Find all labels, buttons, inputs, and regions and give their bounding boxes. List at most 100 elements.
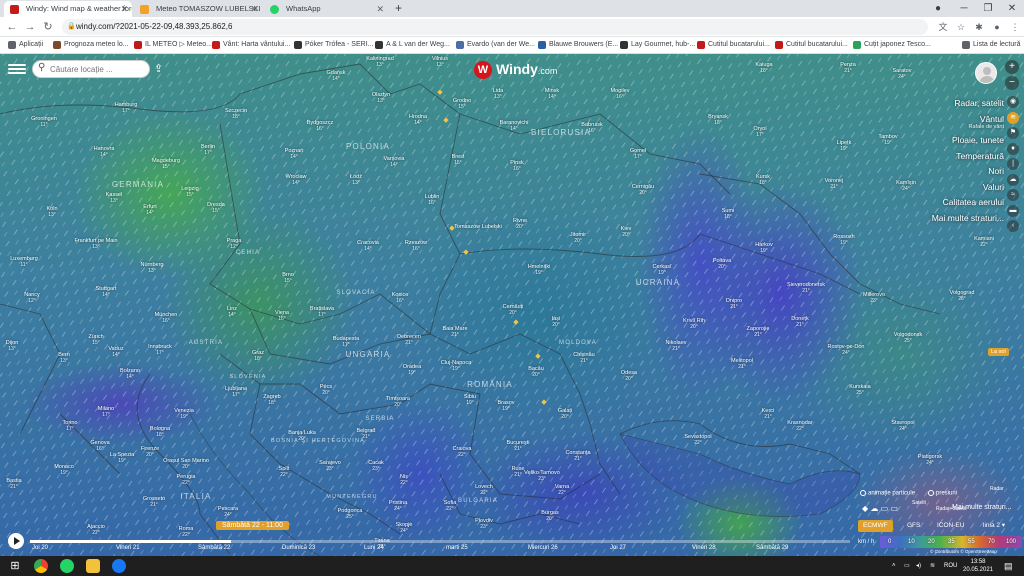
wind-speed-legend[interactable]: km / h 0 10 20 35 55 70 100 xyxy=(858,536,1022,548)
bookmark-item[interactable]: Cuțit japonez Tesco... xyxy=(853,37,931,53)
line-selector[interactable]: linia 2 ▾ xyxy=(978,520,1010,532)
layer-wind[interactable]: Vântul Rafale de vânt xyxy=(900,112,1004,130)
facebook-icon[interactable] xyxy=(112,559,126,573)
model-ecmwf[interactable]: ECMWF xyxy=(858,520,893,532)
bookmark-star-icon[interactable]: ☆ xyxy=(954,20,968,34)
favorite-pin-icon[interactable]: ◆ xyxy=(463,248,468,256)
bookmark-item[interactable]: Aplicații xyxy=(8,37,43,53)
play-button[interactable] xyxy=(8,533,24,549)
layer-more[interactable]: Mai multe straturi... xyxy=(900,211,1004,227)
timeline-day[interactable]: Luni 24 xyxy=(364,545,384,551)
wifi-icon[interactable]: ≋ xyxy=(930,556,935,576)
thermometer-icon[interactable]: ❘ xyxy=(1007,158,1019,170)
rain-drop-icon[interactable]: ♦ xyxy=(1007,142,1019,155)
particles-toggle[interactable]: animație particule xyxy=(860,490,915,497)
model-icon-eu[interactable]: ICON-EU xyxy=(932,520,969,532)
menu-icon[interactable]: ⋮ xyxy=(1008,20,1022,34)
reading-list[interactable]: Lista de lectură xyxy=(962,37,1020,53)
map-attribution[interactable]: © Contributors © OpenStreetMap xyxy=(930,549,997,554)
chrome-icon[interactable] xyxy=(34,559,48,573)
tab-whatsapp[interactable]: WhatsApp ✕ xyxy=(264,1,388,17)
favorite-pin-icon[interactable]: ◆ xyxy=(443,116,448,124)
reload-icon[interactable]: ↻ xyxy=(40,19,56,35)
translate-icon[interactable]: 文 xyxy=(936,20,950,34)
restore-icon[interactable]: ❐ xyxy=(978,0,998,17)
bookmark-item[interactable]: IL METEO ▷ Meteo... xyxy=(134,37,212,53)
favorite-pin-icon[interactable]: ◆ xyxy=(437,88,442,96)
model-gfs[interactable]: GFS xyxy=(902,520,925,532)
tab-windy[interactable]: Windy: Wind map & weather fore ✕ xyxy=(4,1,132,17)
timeline-day[interactable]: Vineri 21 xyxy=(116,545,140,551)
timeline-day[interactable]: Sâmbătă 22 xyxy=(198,545,230,551)
favorite-pin-icon[interactable]: ◆ xyxy=(541,398,546,406)
volume-icon[interactable]: ◂) xyxy=(916,556,921,576)
weather-map[interactable]: GERMANIA POLONIA BIELORUSIA UCRAINA ROMÂ… xyxy=(0,54,1024,556)
timeline-day[interactable]: Miercuri 26 xyxy=(528,545,558,551)
current-time-bubble[interactable]: Sâmbătă 22 - 11:00 xyxy=(216,521,289,530)
layer-radar[interactable]: Radar, satelit xyxy=(900,96,1004,112)
close-tab-icon[interactable]: ✕ xyxy=(250,1,258,17)
isobars-toggle[interactable]: presiuni xyxy=(928,490,957,497)
timeline-day[interactable]: Joi 20 xyxy=(32,545,48,551)
tray-chevron-icon[interactable]: ˄ xyxy=(892,556,896,576)
zoom-out-button[interactable]: − xyxy=(1005,76,1019,90)
timeline-day[interactable]: marti 25 xyxy=(446,545,468,551)
timeline-track[interactable] xyxy=(30,540,850,543)
layer-waves[interactable]: Valuri xyxy=(900,180,1004,196)
overlay-radar[interactable]: Radar xyxy=(990,486,1004,492)
layer-temperature[interactable]: Temperatură xyxy=(900,149,1004,165)
close-tab-icon[interactable]: ✕ xyxy=(120,1,128,17)
favorite-pin-icon[interactable]: ◆ xyxy=(535,352,540,360)
bookmark-item[interactable]: Evardo (van der We... xyxy=(456,37,535,53)
overlay-more[interactable]: Mai multe straturi... xyxy=(952,504,1012,511)
chevron-left-icon[interactable]: ‹ xyxy=(1007,220,1019,232)
bookmark-item[interactable]: Blauwe Brouwers (E... xyxy=(538,37,618,53)
gust-flag-icon[interactable]: ⚑ xyxy=(1007,127,1019,139)
layer-rain[interactable]: Ploaie, tunete xyxy=(900,133,1004,149)
layer-wind-gusts[interactable]: Rafale de vânt xyxy=(969,124,1004,130)
altitude-level-badge[interactable]: La sol xyxy=(988,348,1009,356)
timeline-day[interactable]: Sâmbătă 29 xyxy=(756,545,788,551)
waves-icon[interactable]: ≈ xyxy=(1007,189,1019,201)
layer-clouds[interactable]: Nori xyxy=(900,164,1004,180)
car-icon[interactable]: ▬ xyxy=(1007,204,1019,217)
tab-meteo[interactable]: Meteo TOMASZOW LUBELSKI (P ✕ xyxy=(134,1,262,17)
close-tab-icon[interactable]: ✕ xyxy=(376,1,384,17)
user-avatar[interactable] xyxy=(975,62,997,84)
layer-air-quality[interactable]: Calitatea aerului xyxy=(900,195,1004,211)
wind-icon[interactable]: ≋ xyxy=(1007,111,1019,124)
bookmark-item[interactable]: Lay Gourmet, hub-... xyxy=(620,37,695,53)
back-icon[interactable]: ← xyxy=(4,19,20,35)
hamburger-menu-icon[interactable] xyxy=(8,62,26,76)
whatsapp-icon[interactable] xyxy=(60,559,74,573)
file-explorer-icon[interactable] xyxy=(86,559,100,573)
city-label[interactable]: Tomaszów Lubelski xyxy=(454,224,502,230)
zoom-in-button[interactable]: + xyxy=(1005,60,1019,74)
close-window-icon[interactable]: ✕ xyxy=(1002,0,1022,17)
bookmark-item[interactable]: Cutitul bucatarului... xyxy=(697,37,770,53)
extensions-icon[interactable]: ✱ xyxy=(972,20,986,34)
network-icon[interactable]: ▭ xyxy=(904,556,910,576)
search-input[interactable] xyxy=(50,63,146,76)
timeline-day[interactable]: Vineri 28 xyxy=(692,545,716,551)
address-bar[interactable]: 🔒 windy.com/?2021-05-22-09,48.393,25.862… xyxy=(62,19,928,35)
profile-icon[interactable]: ● xyxy=(990,20,1004,34)
overlay-satellite[interactable]: Satelit xyxy=(912,500,926,506)
forward-icon[interactable]: → xyxy=(22,19,38,35)
favorite-pin-icon[interactable]: ◆ xyxy=(513,318,518,326)
new-tab-button[interactable]: + xyxy=(395,0,402,17)
bookmark-item[interactable]: Cutitul bucatarului... xyxy=(775,37,848,53)
bookmark-item[interactable]: A & L van der Weg... xyxy=(375,37,450,53)
bookmark-item[interactable]: Vânt: Harta vântului... xyxy=(212,37,290,53)
timeline[interactable]: Joi 20 Vineri 21 Sâmbătă 22 Duminică 23 … xyxy=(0,533,850,556)
profile-circle-icon[interactable]: ● xyxy=(928,0,948,17)
cloud-icon[interactable]: ☁ xyxy=(1007,173,1019,186)
timeline-day[interactable]: Duminică 23 xyxy=(282,545,315,551)
timeline-day[interactable]: Joi 27 xyxy=(610,545,626,551)
bookmark-item[interactable]: Póker Trófea - SERI... xyxy=(294,37,373,53)
bookmark-item[interactable]: Prognoza meteo lo... xyxy=(53,37,129,53)
radar-icon[interactable]: ◉ xyxy=(1007,96,1019,108)
language-indicator[interactable]: ROU xyxy=(944,556,957,576)
taskbar-clock[interactable]: 13:58 20.05.2021 xyxy=(958,558,998,574)
share-icon[interactable]: ⇪ xyxy=(154,62,163,75)
